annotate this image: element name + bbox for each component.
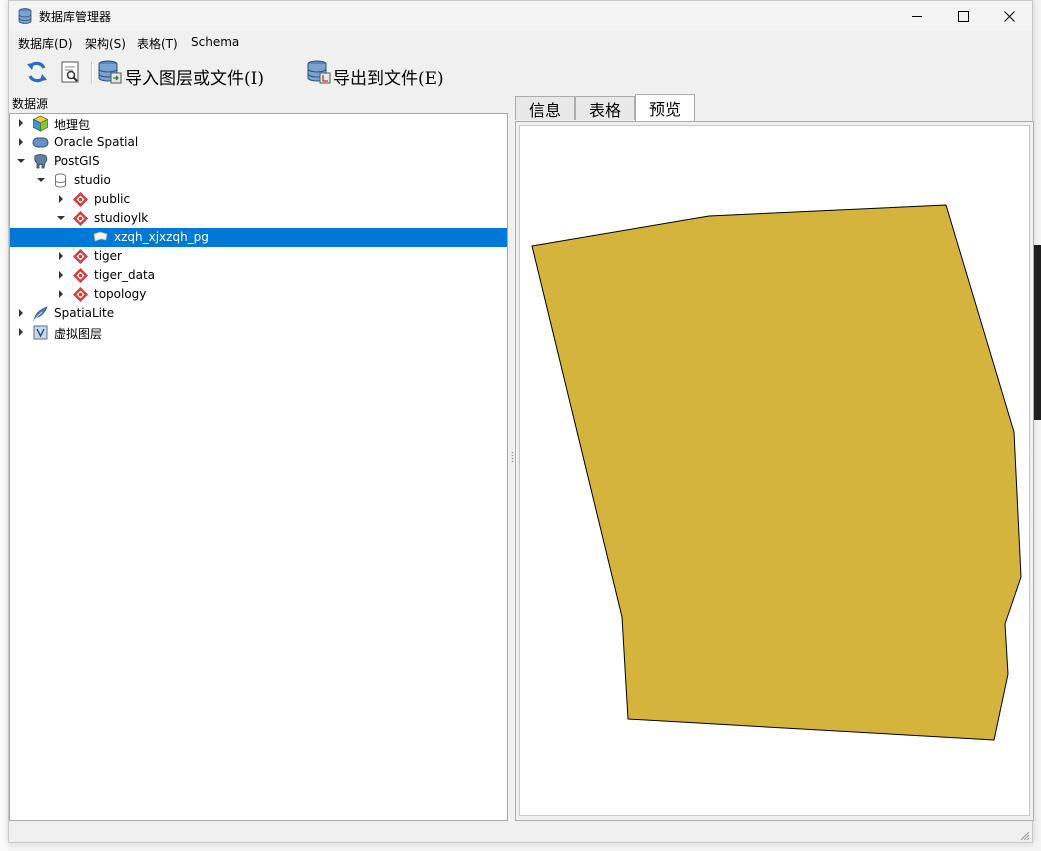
tree-item-label: Oracle Spatial bbox=[54, 135, 139, 149]
tab-bar: 信息 表格 预览 bbox=[515, 94, 1034, 121]
tree-item-spatialite[interactable]: SpatiaLite bbox=[10, 304, 507, 323]
db-export-icon bbox=[307, 60, 331, 84]
postgis-elephant-icon bbox=[34, 154, 48, 169]
toolbar-separator bbox=[91, 62, 93, 84]
close-icon bbox=[1003, 10, 1015, 22]
status-bar bbox=[9, 823, 1032, 843]
menu-database[interactable]: 数据库(D) bbox=[18, 35, 73, 52]
database-app-icon bbox=[18, 8, 32, 24]
tree-item-xzqh-xjxzqh-pg[interactable]: xzqh_xjxzqh_pg bbox=[10, 228, 507, 247]
tree-item-label: tiger bbox=[94, 249, 122, 263]
tree-item-studio[interactable]: studio bbox=[10, 171, 507, 190]
tree-item-virtual-layer[interactable]: 虚拟图层 bbox=[10, 323, 507, 342]
database-icon bbox=[55, 173, 66, 188]
virtual-layer-icon bbox=[33, 325, 48, 340]
tree-item-studioylk[interactable]: studioylk bbox=[10, 209, 507, 228]
collapse-arrow-icon[interactable] bbox=[56, 213, 66, 223]
tree-item-label: studio bbox=[74, 173, 111, 187]
maximize-button[interactable] bbox=[940, 1, 986, 31]
polygon-layer-icon bbox=[93, 231, 108, 242]
tree-item-postgis[interactable]: PostGIS bbox=[10, 152, 507, 171]
minimize-icon bbox=[911, 15, 922, 17]
tree-item-label: 虚拟图层 bbox=[54, 327, 103, 341]
expand-arrow-icon[interactable] bbox=[56, 289, 66, 299]
tab-preview[interactable]: 预览 bbox=[635, 94, 695, 121]
export-button[interactable]: 导出到文件(E) bbox=[306, 55, 456, 91]
schema-icon bbox=[73, 192, 88, 207]
datasource-tree[interactable]: 地理包 Oracle Spatial PostGIS studio public… bbox=[9, 113, 508, 821]
schema-icon bbox=[73, 249, 88, 264]
tree-item-geopackage[interactable]: 地理包 bbox=[10, 114, 507, 133]
schema-icon bbox=[73, 287, 88, 302]
resize-grip-icon[interactable] bbox=[1018, 829, 1030, 841]
tree-item-tiger-data[interactable]: tiger_data bbox=[10, 266, 507, 285]
oracle-icon bbox=[32, 137, 49, 148]
spatialite-feather-icon bbox=[33, 306, 48, 322]
expand-arrow-icon[interactable] bbox=[56, 194, 66, 204]
schema-icon bbox=[73, 211, 88, 226]
title-bar: 数据库管理器 bbox=[9, 1, 1032, 31]
datasource-title: 数据源 bbox=[12, 97, 49, 111]
map-preview-canvas[interactable] bbox=[519, 125, 1030, 816]
tree-item-topology[interactable]: topology bbox=[10, 285, 507, 304]
preview-panel bbox=[515, 121, 1034, 821]
maximize-icon bbox=[957, 10, 969, 22]
geopackage-icon bbox=[32, 115, 49, 132]
splitter-handle[interactable] bbox=[511, 451, 514, 463]
detail-panel: 信息 表格 预览 bbox=[515, 94, 1034, 821]
collapse-arrow-icon[interactable] bbox=[16, 156, 26, 166]
tree-item-label: public bbox=[94, 192, 131, 206]
tree-item-tiger[interactable]: tiger bbox=[10, 247, 507, 266]
menu-table[interactable]: 表格(T) bbox=[137, 35, 178, 52]
expand-arrow-icon[interactable] bbox=[56, 251, 66, 261]
schema-icon bbox=[73, 268, 88, 283]
export-label: 导出到文件(E) bbox=[333, 69, 444, 89]
tree-item-label: xzqh_xjxzqh_pg bbox=[114, 230, 209, 244]
menu-bar: 数据库(D) 架构(S) 表格(T) Schema bbox=[9, 32, 1032, 52]
tab-table[interactable]: 表格 bbox=[575, 96, 635, 120]
background-app-left bbox=[0, 0, 8, 851]
menu-schema-cn[interactable]: 架构(S) bbox=[85, 35, 126, 52]
db-import-icon bbox=[98, 60, 122, 84]
refresh-icon[interactable] bbox=[24, 59, 50, 85]
datasource-panel: 数据源 地理包 Oracle Spatial PostGIS studio pu… bbox=[9, 95, 509, 821]
close-button[interactable] bbox=[986, 1, 1032, 31]
db-manager-window: 数据库管理器 数据库(D) 架构(S) 表格(T) Schema 导入图层或文件… bbox=[8, 0, 1034, 843]
minimize-button[interactable] bbox=[894, 1, 940, 31]
tree-item-label: PostGIS bbox=[54, 154, 100, 168]
import-label: 导入图层或文件(I) bbox=[125, 69, 264, 89]
import-button[interactable]: 导入图层或文件(I) bbox=[97, 55, 279, 91]
layer-polygon bbox=[531, 204, 1022, 741]
expand-arrow-icon[interactable] bbox=[16, 308, 26, 318]
tab-info[interactable]: 信息 bbox=[515, 96, 575, 120]
tree-item-label: tiger_data bbox=[94, 268, 156, 282]
expand-arrow-icon[interactable] bbox=[16, 327, 26, 337]
tree-item-label: 地理包 bbox=[54, 118, 91, 132]
expand-arrow-icon[interactable] bbox=[16, 137, 26, 147]
tree-item-oracle-spatial[interactable]: Oracle Spatial bbox=[10, 133, 507, 152]
background-app-dark-panel bbox=[1033, 245, 1041, 420]
preview-svg bbox=[531, 204, 1022, 741]
expand-arrow-icon[interactable] bbox=[16, 118, 26, 128]
sql-window-icon[interactable] bbox=[58, 59, 84, 85]
menu-schema[interactable]: Schema bbox=[191, 35, 239, 49]
tree-item-label: SpatiaLite bbox=[54, 306, 115, 320]
toolbar: 导入图层或文件(I) 导出到文件(E) bbox=[9, 55, 1032, 91]
window-title: 数据库管理器 bbox=[39, 10, 112, 24]
tree-item-label: studioylk bbox=[94, 211, 149, 225]
tree-item-public[interactable]: public bbox=[10, 190, 507, 209]
collapse-arrow-icon[interactable] bbox=[36, 175, 46, 185]
expand-arrow-icon[interactable] bbox=[56, 270, 66, 280]
tree-item-label: topology bbox=[94, 287, 147, 301]
